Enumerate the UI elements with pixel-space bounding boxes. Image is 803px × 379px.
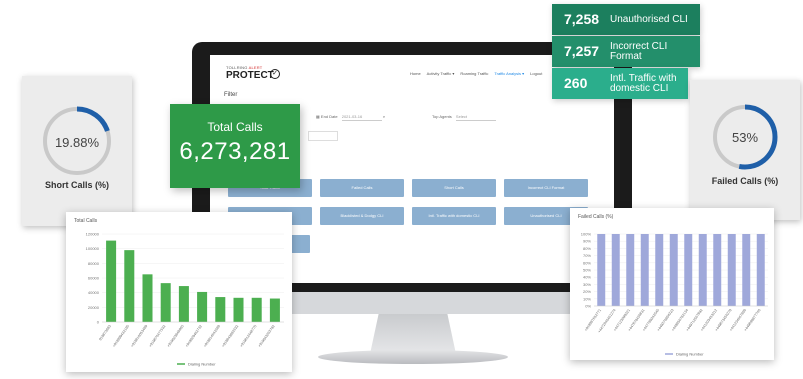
chip-incorrect-cli-format[interactable]: Incorrect CLI Format [504,179,588,197]
unauthorised-cli-label: Unauthorised CLI [610,13,688,25]
total-calls-value: 6,273,281 [179,138,291,165]
bar [756,234,765,306]
x-tick-label: +919816053489 [130,324,148,348]
intl-traffic-card: 260 Intl. Traffic with domestic CLI [552,68,688,99]
failed-calls-gauge-card: 53% Failed Calls (%) [690,80,800,220]
unauthorised-cli-value: 7,258 [564,11,600,27]
bar [698,234,707,306]
chip-failed-calls[interactable]: Failed Calls [320,179,404,197]
checkmark-shield-icon: ✓ [270,69,280,79]
short-calls-gauge-card: 19.88% Short Calls (%) [22,76,132,226]
bar [106,240,117,322]
marketing-composite: TOLLRING ALERT PROTECT ✓ Home Activity T… [0,0,803,379]
calendar-icon: ▦ [316,114,320,120]
bar [215,297,226,322]
chip-blacklisted-dodgy-cli[interactable]: Blacklisted & Dodgy CLI [320,207,404,225]
bar [233,297,244,322]
short-calls-value: 19.88% [54,135,100,150]
y-tick-label: 80% [583,246,591,251]
bar [626,234,635,306]
bar [124,250,135,322]
failed-calls-label: Failed Calls (%) [711,176,779,186]
y-tick-label: 0% [585,304,591,309]
logo[interactable]: PROTECT [226,70,274,81]
x-tick-label: +919814542689 [203,324,221,348]
nav-home[interactable]: Home [410,71,421,76]
bar [269,298,280,322]
end-date-input[interactable]: 2021-03-16 [341,113,382,121]
nav-roaming-traffic[interactable]: Roaming Traffic [460,71,488,76]
y-tick-label: 20% [583,289,591,294]
total-calls-label: Total Calls [207,120,263,134]
x-tick-label: +919812448775 [239,324,257,348]
chip-short-calls[interactable]: Short Calls [412,179,496,197]
x-tick-label: 919873883 [98,324,112,341]
bar [669,234,678,306]
bar [178,286,189,322]
bar [684,234,693,306]
y-tick-label: 50% [583,268,591,273]
y-tick-label: 60% [583,260,591,265]
bar [251,297,262,322]
intl-traffic-value: 260 [564,75,588,91]
y-tick-label: 120000 [86,232,100,237]
unauthorised-cli-card: 7,258 Unauthorised CLI [552,4,700,35]
incorrect-cli-format-card: 7,257 Incorrect CLI Format [552,36,700,67]
incorrect-cli-format-value: 7,257 [564,43,600,59]
nav-activity-traffic[interactable]: Activity Traffic ▾ [427,71,455,76]
top-agents-select[interactable]: Select [455,113,496,121]
bar [640,234,649,306]
monitor-base [318,350,508,364]
bar [727,234,736,306]
bar [655,234,664,306]
total-calls-chart: 0 20000 40000 60000 80000 100000 120000 9198738… [86,232,284,367]
filter-input[interactable] [308,131,338,141]
y-tick-label: 40000 [88,290,100,295]
y-tick-label: 20000 [88,305,100,310]
y-tick-label: 40% [583,275,591,280]
top-nav: Home Activity Traffic ▾ Roaming Traffic … [410,71,542,76]
y-tick-label: 90% [583,239,591,244]
bar [160,283,171,322]
y-tick-label: 0 [97,320,100,325]
bar [597,234,606,306]
nav-logout[interactable]: Logout [530,71,542,76]
bar [142,274,153,322]
x-tick-label: +919999432195 [112,324,130,348]
x-tick-label: +919876477532 [148,324,166,348]
search-icon[interactable]: ⌕ [383,114,385,119]
y-tick-label: 100000 [86,246,100,251]
y-tick-label: 80000 [88,261,100,266]
x-tick-label: +919843263792 [257,324,275,348]
failed-calls-value: 53% [731,130,759,145]
x-tick-label: +919843892632 [221,324,239,348]
y-tick-label: 10% [583,296,591,301]
bar [611,234,620,306]
y-tick-label: 30% [583,282,591,287]
y-tick-label: 60000 [88,276,100,281]
nav-traffic-analysis[interactable]: Traffic Analysis ▾ [494,71,524,76]
failed-calls-chart: 0%10%20%30%40%50%60%70%80%90%100%+919987… [581,232,768,357]
incorrect-cli-format-label: Incorrect CLI Format [610,40,668,62]
bar [197,291,208,322]
bar [742,234,751,306]
bar [713,234,722,306]
filter-heading: Filter [224,92,238,98]
x-tick-label: +919829462732 [185,324,203,348]
monitor-stand [370,314,456,354]
total-calls-card: Total Calls 6,273,281 [170,104,300,188]
failed-calls-chart-card: Failed Calls (%) 0% 10% 20% 30% 40% 50% 60% 70%… [570,208,774,360]
legend-label: Dialing Number [676,352,704,357]
y-tick-label: 70% [583,253,591,258]
top-agents-field[interactable]: Top Agents Select [432,113,496,121]
intl-traffic-label: Intl. Traffic with domestic CLI [610,72,677,94]
total-calls-chart-card: Total Calls 0 20000 40000 60000 80000 100000 1… [66,212,292,372]
y-tick-label: 100% [581,232,592,237]
legend-label: Dialing Number [188,362,216,367]
end-date-field[interactable]: ▦ End Date 2021-03-16 ⌕ [316,113,385,121]
chip-intl-traffic-domestic-cli[interactable]: Intl. Traffic with domestic CLI [412,207,496,225]
short-calls-label: Short Calls (%) [44,180,109,190]
x-tick-label: +919823849965 [166,324,184,348]
